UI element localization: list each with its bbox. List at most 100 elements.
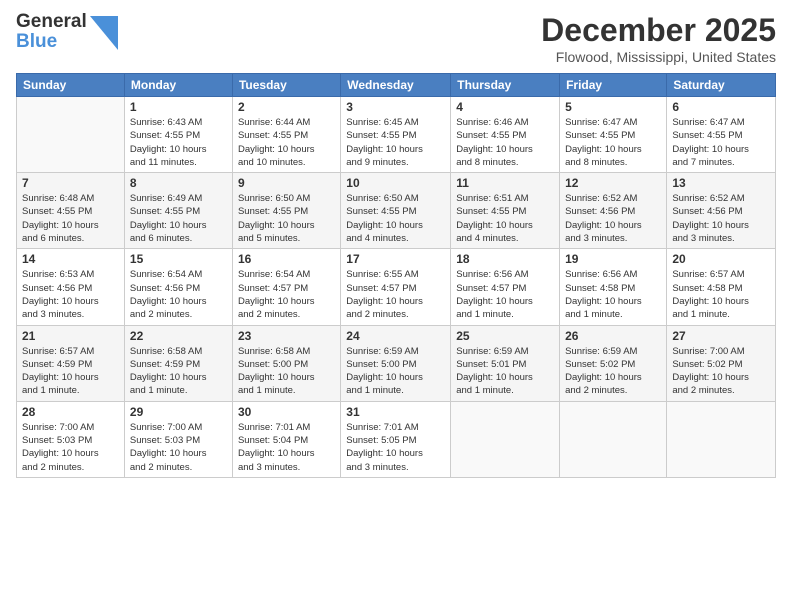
calendar-cell: 30 Sunrise: 7:01 AM Sunset: 5:04 PM Dayli… [232,401,340,477]
day-number: 10 [346,176,445,190]
calendar-cell: 10 Sunrise: 6:50 AM Sunset: 4:55 PM Dayli… [341,173,451,249]
calendar-cell: 12Sunrise: 6:52 AM Sunset: 4:56 PM Dayli… [560,173,667,249]
day-info: Sunrise: 6:49 AM Sunset: 4:55 PM Dayligh… [130,192,227,245]
calendar-week-row: 21 Sunrise: 6:57 AM Sunset: 4:59 PM Dayli… [17,325,776,401]
calendar-cell: 28Sunrise: 7:00 AM Sunset: 5:03 PM Dayli… [17,401,125,477]
calendar-cell: 15 Sunrise: 6:54 AM Sunset: 4:56 PM Dayli… [124,249,232,325]
day-number: 30 [238,405,335,419]
day-number: 13 [672,176,770,190]
logo-icon [90,16,118,50]
day-number: 7 [22,176,119,190]
calendar-cell: 21 Sunrise: 6:57 AM Sunset: 4:59 PM Dayli… [17,325,125,401]
calendar-cell: 19 Sunrise: 6:56 AM Sunset: 4:58 PM Dayli… [560,249,667,325]
weekday-header: Saturday [667,74,776,97]
calendar-cell: 23Sunrise: 6:58 AM Sunset: 5:00 PM Dayli… [232,325,340,401]
day-info: Sunrise: 7:00 AM Sunset: 5:02 PM Dayligh… [672,345,770,398]
day-info: Sunrise: 6:47 AM Sunset: 4:55 PM Dayligh… [672,116,770,169]
day-number: 3 [346,100,445,114]
calendar: SundayMondayTuesdayWednesdayThursdayFrid… [16,73,776,478]
calendar-cell: 20 Sunrise: 6:57 AM Sunset: 4:58 PM Dayli… [667,249,776,325]
calendar-cell: 1Sunrise: 6:43 AM Sunset: 4:55 PM Daylig… [124,97,232,173]
day-info: Sunrise: 7:01 AM Sunset: 5:04 PM Dayligh… [238,421,335,474]
weekday-header: Friday [560,74,667,97]
day-number: 23 [238,329,335,343]
day-number: 29 [130,405,227,419]
logo-blue: Blue [16,32,87,52]
weekday-header: Wednesday [341,74,451,97]
day-info: Sunrise: 6:58 AM Sunset: 4:59 PM Dayligh… [130,345,227,398]
calendar-week-row: 7 Sunrise: 6:48 AM Sunset: 4:55 PM Daylig… [17,173,776,249]
day-info: Sunrise: 6:59 AM Sunset: 5:01 PM Dayligh… [456,345,554,398]
day-number: 31 [346,405,445,419]
day-info: Sunrise: 6:52 AM Sunset: 4:56 PM Dayligh… [672,192,770,245]
day-info: Sunrise: 6:50 AM Sunset: 4:55 PM Dayligh… [346,192,445,245]
day-info: Sunrise: 6:54 AM Sunset: 4:57 PM Dayligh… [238,268,335,321]
calendar-cell: 14 Sunrise: 6:53 AM Sunset: 4:56 PM Dayli… [17,249,125,325]
day-info: Sunrise: 7:00 AM Sunset: 5:03 PM Dayligh… [130,421,227,474]
day-number: 20 [672,252,770,266]
day-info: Sunrise: 7:01 AM Sunset: 5:05 PM Dayligh… [346,421,445,474]
day-number: 5 [565,100,661,114]
day-number: 4 [456,100,554,114]
calendar-cell: 16 Sunrise: 6:54 AM Sunset: 4:57 PM Dayli… [232,249,340,325]
day-number: 26 [565,329,661,343]
day-info: Sunrise: 6:55 AM Sunset: 4:57 PM Dayligh… [346,268,445,321]
day-info: Sunrise: 6:59 AM Sunset: 5:00 PM Dayligh… [346,345,445,398]
day-info: Sunrise: 6:51 AM Sunset: 4:55 PM Dayligh… [456,192,554,245]
day-info: Sunrise: 6:57 AM Sunset: 4:59 PM Dayligh… [22,345,119,398]
calendar-cell: 9Sunrise: 6:50 AM Sunset: 4:55 PM Daylig… [232,173,340,249]
calendar-cell: 2 Sunrise: 6:44 AM Sunset: 4:55 PM Daylig… [232,97,340,173]
day-number: 28 [22,405,119,419]
calendar-cell: 24 Sunrise: 6:59 AM Sunset: 5:00 PM Dayli… [341,325,451,401]
day-info: Sunrise: 6:48 AM Sunset: 4:55 PM Dayligh… [22,192,119,245]
weekday-header: Thursday [451,74,560,97]
day-info: Sunrise: 6:50 AM Sunset: 4:55 PM Dayligh… [238,192,335,245]
day-number: 17 [346,252,445,266]
calendar-cell: 29 Sunrise: 7:00 AM Sunset: 5:03 PM Dayli… [124,401,232,477]
day-info: Sunrise: 6:54 AM Sunset: 4:56 PM Dayligh… [130,268,227,321]
day-number: 25 [456,329,554,343]
day-number: 2 [238,100,335,114]
weekday-header: Monday [124,74,232,97]
day-info: Sunrise: 6:43 AM Sunset: 4:55 PM Dayligh… [130,116,227,169]
weekday-header: Tuesday [232,74,340,97]
day-number: 22 [130,329,227,343]
day-number: 16 [238,252,335,266]
calendar-cell: 26 Sunrise: 6:59 AM Sunset: 5:02 PM Dayli… [560,325,667,401]
day-info: Sunrise: 6:57 AM Sunset: 4:58 PM Dayligh… [672,268,770,321]
calendar-cell: 25 Sunrise: 6:59 AM Sunset: 5:01 PM Dayli… [451,325,560,401]
day-info: Sunrise: 6:56 AM Sunset: 4:58 PM Dayligh… [565,268,661,321]
day-number: 14 [22,252,119,266]
calendar-cell: 7 Sunrise: 6:48 AM Sunset: 4:55 PM Daylig… [17,173,125,249]
calendar-cell: 27Sunrise: 7:00 AM Sunset: 5:02 PM Dayli… [667,325,776,401]
calendar-cell: 8 Sunrise: 6:49 AM Sunset: 4:55 PM Daylig… [124,173,232,249]
day-number: 19 [565,252,661,266]
logo: General Blue [16,12,118,52]
day-number: 18 [456,252,554,266]
calendar-cell [667,401,776,477]
calendar-week-row: 1Sunrise: 6:43 AM Sunset: 4:55 PM Daylig… [17,97,776,173]
calendar-cell [451,401,560,477]
day-info: Sunrise: 6:46 AM Sunset: 4:55 PM Dayligh… [456,116,554,169]
calendar-cell: 5Sunrise: 6:47 AM Sunset: 4:55 PM Daylig… [560,97,667,173]
day-info: Sunrise: 6:52 AM Sunset: 4:56 PM Dayligh… [565,192,661,245]
day-info: Sunrise: 6:45 AM Sunset: 4:55 PM Dayligh… [346,116,445,169]
day-info: Sunrise: 6:59 AM Sunset: 5:02 PM Dayligh… [565,345,661,398]
month-title: December 2025 [541,12,776,49]
location-title: Flowood, Mississippi, United States [541,49,776,65]
day-info: Sunrise: 6:44 AM Sunset: 4:55 PM Dayligh… [238,116,335,169]
calendar-week-row: 28 Sunrise: 7:00 AM Sunset: 5:03 PM Dayli… [17,401,776,477]
day-number: 21 [22,329,119,343]
day-info: Sunrise: 6:53 AM Sunset: 4:56 PM Dayligh… [22,268,119,321]
day-number: 11 [456,176,554,190]
calendar-cell: 22 Sunrise: 6:58 AM Sunset: 4:59 PM Dayli… [124,325,232,401]
day-number: 8 [130,176,227,190]
calendar-cell: 3 Sunrise: 6:45 AM Sunset: 4:55 PM Daylig… [341,97,451,173]
day-number: 24 [346,329,445,343]
calendar-week-row: 14 Sunrise: 6:53 AM Sunset: 4:56 PM Dayli… [17,249,776,325]
calendar-cell: 13 Sunrise: 6:52 AM Sunset: 4:56 PM Dayli… [667,173,776,249]
day-number: 15 [130,252,227,266]
calendar-cell [560,401,667,477]
calendar-cell: 6 Sunrise: 6:47 AM Sunset: 4:55 PM Daylig… [667,97,776,173]
day-number: 6 [672,100,770,114]
